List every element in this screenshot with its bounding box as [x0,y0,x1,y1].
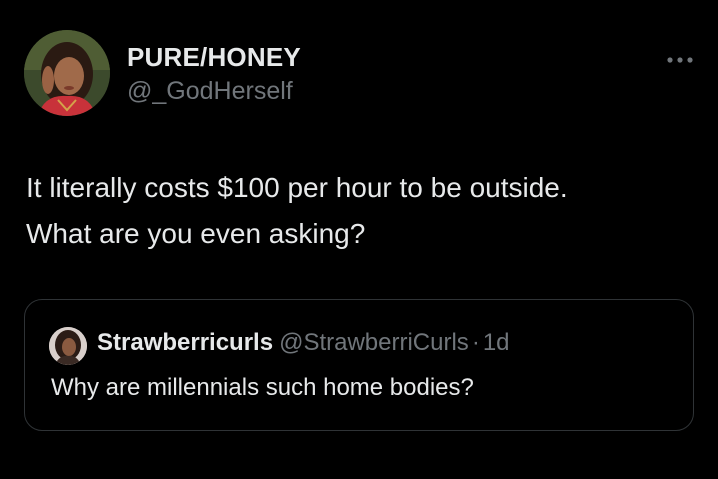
profile-photo-icon [24,30,110,116]
quoted-tweet-timestamp[interactable]: 1d [483,329,510,356]
quoted-tweet-card[interactable]: Strawberricurls @StrawberriCurls · 1d Why a… [24,299,694,431]
quoted-author-avatar[interactable] [49,327,87,365]
quoted-author-display-name[interactable]: Strawberricurls [97,329,273,356]
author-avatar[interactable] [24,30,110,116]
tweet-text-line: It literally costs $100 per hour to be o… [26,172,568,203]
tweet-text-line: What are you even asking? [26,218,366,249]
author-display-name[interactable]: PURE/HONEY [127,42,301,73]
quoted-tweet-text: Why are millennials such home bodies? [51,374,474,401]
meta-separator: · [471,329,480,356]
tweet: PURE/HONEY @_GodHerself It literally cos… [0,0,718,479]
quoted-author-handle[interactable]: @StrawberriCurls [279,329,469,356]
profile-photo-icon [49,327,87,365]
tweet-text: It literally costs $100 per hour to be o… [26,165,686,257]
author-handle[interactable]: @_GodHerself [127,77,293,106]
quoted-tweet-header: Strawberricurls @StrawberriCurls · 1d [97,329,510,357]
more-options-icon[interactable] [664,53,696,65]
